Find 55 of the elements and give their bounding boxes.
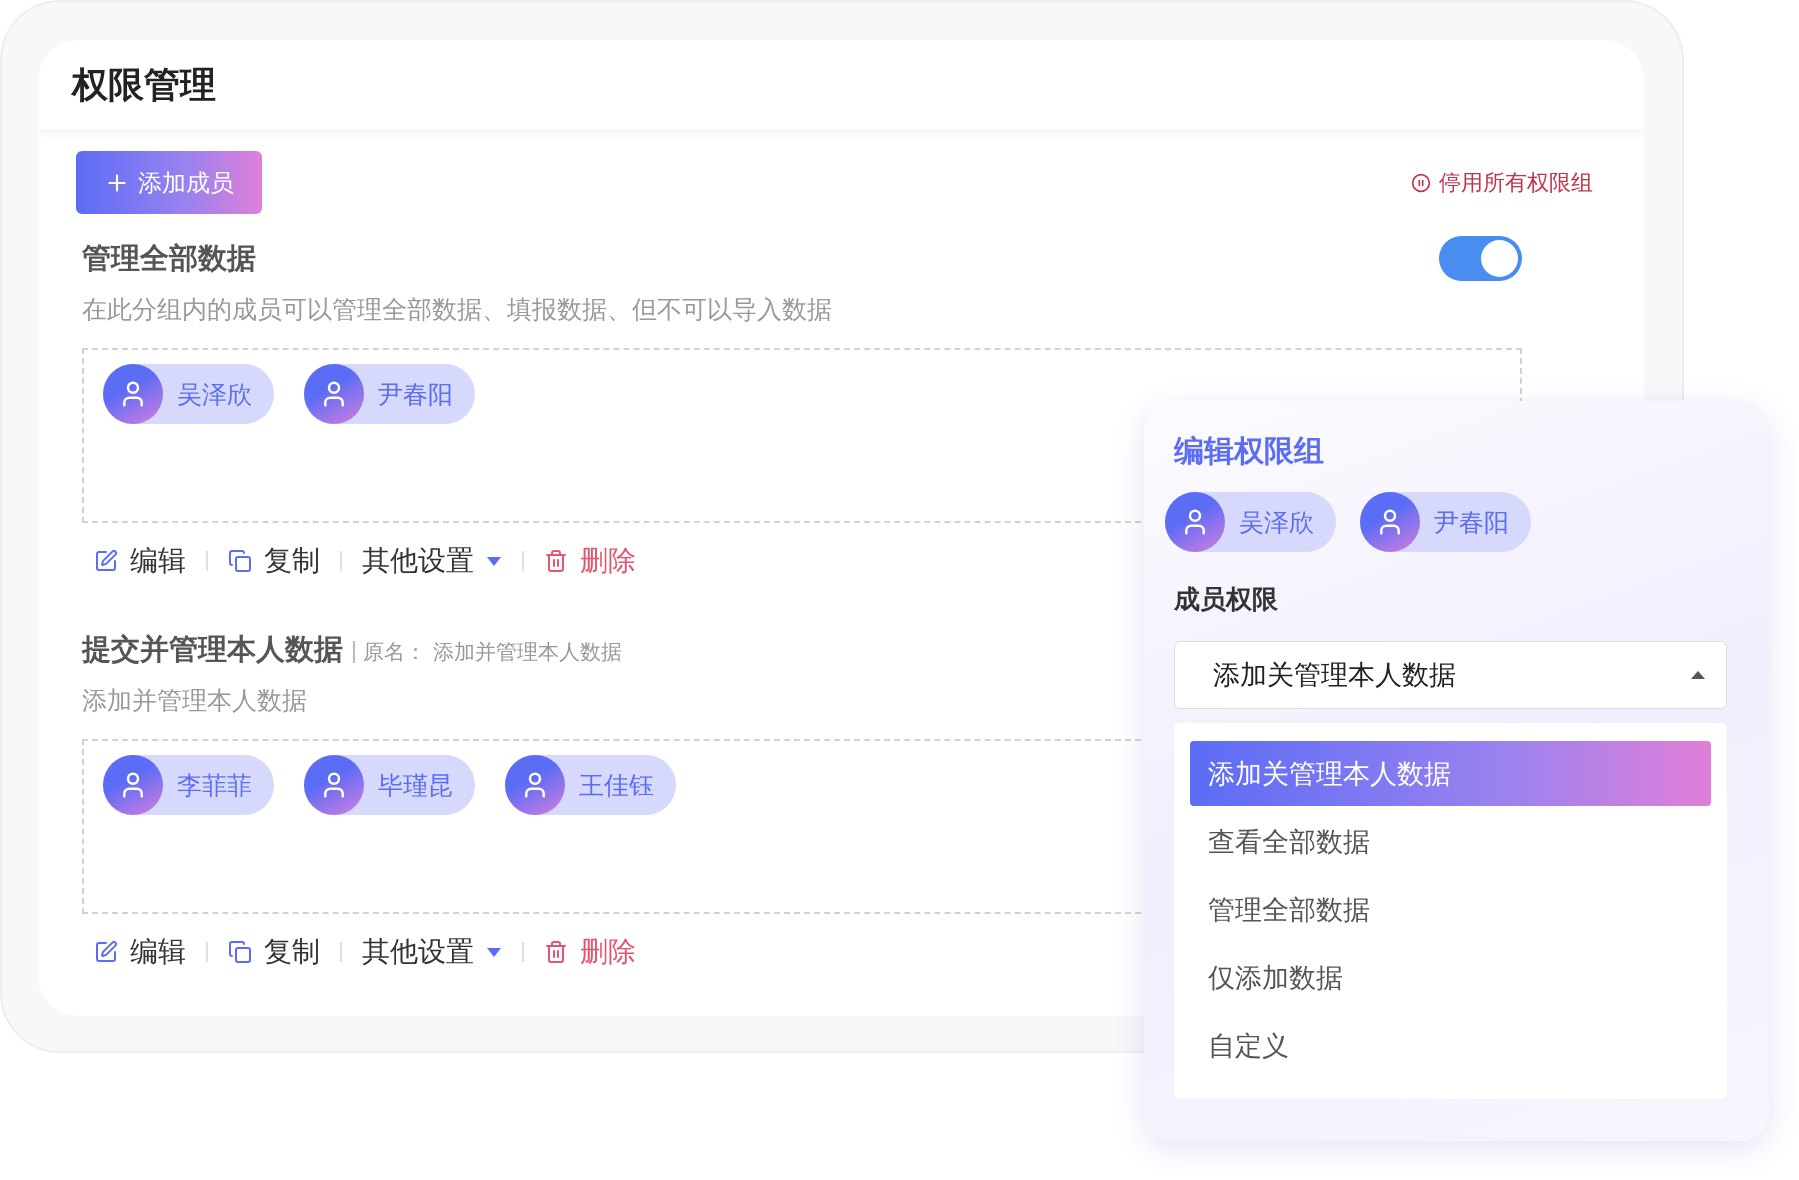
edit-icon — [94, 940, 118, 964]
caret-icon — [486, 946, 502, 958]
dropdown-option[interactable]: 查看全部数据 — [1190, 809, 1711, 874]
copy-button[interactable]: 复制 — [228, 933, 320, 971]
dropdown-option[interactable]: 管理全部数据 — [1190, 877, 1711, 942]
avatar-icon — [505, 755, 565, 815]
edit-icon — [94, 549, 118, 573]
trash-icon — [544, 940, 568, 964]
disable-all-link[interactable]: 停用所有权限组 — [1411, 167, 1593, 198]
avatar-icon — [103, 755, 163, 815]
pause-icon — [1411, 172, 1431, 193]
section-label: 成员权限 — [1174, 583, 1279, 616]
member-name: 尹春阳 — [378, 378, 453, 411]
edit-button[interactable]: 编辑 — [94, 542, 186, 580]
member-tag[interactable]: 吴泽欣 — [103, 364, 274, 424]
settings-dropdown[interactable]: 其他设置 — [362, 933, 502, 971]
original-name: 原名： 添加并管理本人数据 — [353, 640, 622, 663]
edit-button[interactable]: 编辑 — [94, 933, 186, 971]
caret-icon — [486, 555, 502, 567]
avatar-icon — [103, 364, 163, 424]
member-name: 吴泽欣 — [177, 378, 252, 411]
group-description: 在此分组内的成员可以管理全部数据、填报数据、但不可以导入数据 — [82, 294, 833, 326]
avatar-icon — [1360, 492, 1420, 552]
member-tag[interactable]: 毕瑾昆 — [304, 755, 475, 815]
group-title: 提交并管理本人数据 — [82, 630, 343, 668]
member-tag[interactable]: 李菲菲 — [103, 755, 274, 815]
avatar-icon — [304, 755, 364, 815]
settings-dropdown[interactable]: 其他设置 — [362, 542, 502, 580]
member-tag[interactable]: 尹春阳 — [304, 364, 475, 424]
member-name: 王佳钰 — [579, 769, 654, 802]
trash-icon — [544, 549, 568, 573]
copy-button[interactable]: 复制 — [228, 542, 320, 580]
dropdown-option[interactable]: 自定义 — [1190, 1013, 1711, 1078]
delete-button[interactable]: 删除 — [544, 542, 636, 580]
copy-icon — [228, 549, 252, 573]
group-description: 添加并管理本人数据 — [82, 685, 308, 717]
group-title: 管理全部数据 — [82, 239, 256, 277]
avatar-icon — [304, 364, 364, 424]
member-tag[interactable]: 尹春阳 — [1360, 492, 1531, 552]
copy-icon — [228, 940, 252, 964]
dropdown-option[interactable]: 仅添加数据 — [1190, 945, 1711, 1010]
member-tag[interactable]: 王佳钰 — [505, 755, 676, 815]
member-name: 李菲菲 — [177, 769, 252, 802]
toggle-switch[interactable] — [1439, 236, 1522, 281]
member-name: 尹春阳 — [1434, 506, 1509, 539]
popup-title: 编辑权限组 — [1174, 432, 1325, 470]
member-name: 吴泽欣 — [1239, 506, 1314, 539]
avatar-icon — [1165, 492, 1225, 552]
permission-select[interactable]: 添加关管理本人数据 — [1174, 641, 1727, 709]
member-name: 毕瑾昆 — [378, 769, 453, 802]
add-member-button[interactable]: 添加成员 — [76, 151, 262, 214]
delete-button[interactable]: 删除 — [544, 933, 636, 971]
dropdown-option[interactable]: 添加关管理本人数据 — [1190, 741, 1711, 806]
member-tag[interactable]: 吴泽欣 — [1165, 492, 1336, 552]
page-title: 权限管理 — [72, 62, 216, 107]
